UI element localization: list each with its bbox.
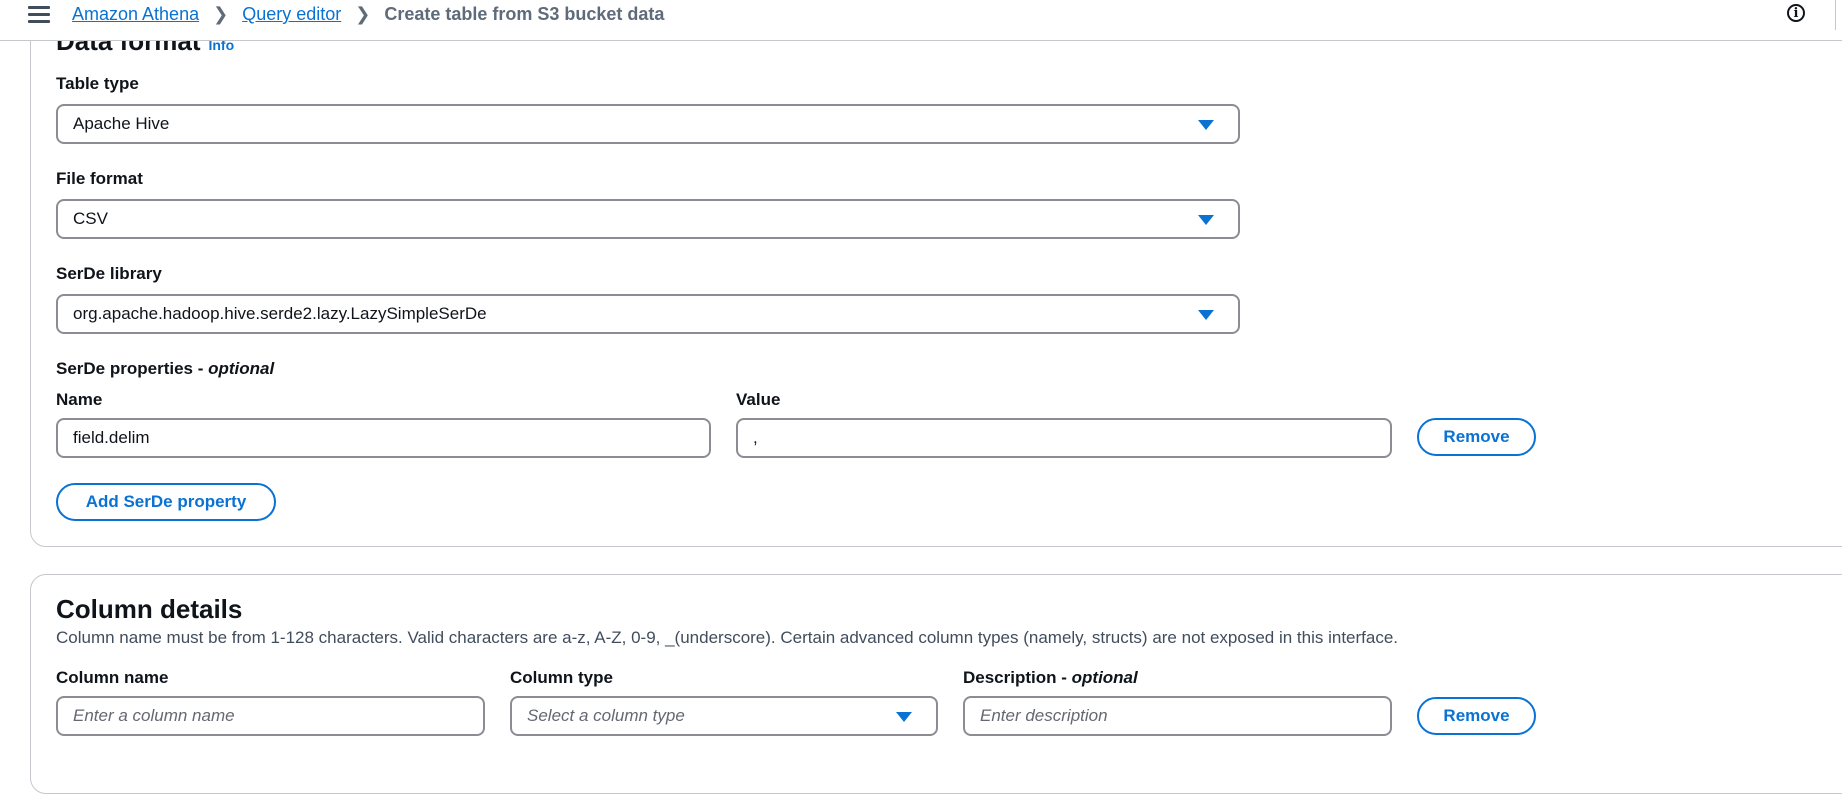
column-type-placeholder: Select a column type (527, 706, 685, 725)
serde-name-label: Name (56, 390, 103, 409)
remove-serde-property-button[interactable]: Remove (1417, 418, 1536, 456)
table-type-value: Apache Hive (73, 114, 170, 133)
remove-column-button[interactable]: Remove (1417, 697, 1536, 735)
column-name-placeholder: Enter a column name (73, 706, 235, 725)
file-format-value: CSV (73, 209, 108, 228)
column-details-container (30, 574, 1842, 794)
data-format-container (30, 0, 1842, 547)
serde-library-label: SerDe library (56, 264, 162, 283)
column-name-label: Column name (56, 668, 169, 687)
breadcrumb-current-page: Create table from S3 bucket data (384, 4, 665, 24)
serde-property-value-value: , (753, 428, 758, 447)
column-type-select[interactable]: Select a column type (510, 696, 938, 736)
add-serde-property-button[interactable]: Add SerDe property (56, 483, 276, 521)
caret-down-icon (1198, 310, 1214, 320)
serde-library-value: org.apache.hadoop.hive.serde2.lazy.LazyS… (73, 304, 487, 323)
breadcrumb-query-editor[interactable]: Query editor (242, 4, 341, 25)
table-type-select[interactable]: Apache Hive (56, 104, 1240, 144)
info-icon[interactable]: i (1787, 4, 1805, 22)
serde-properties-label-text: SerDe properties (56, 359, 193, 378)
top-navigation-bar: Amazon Athena ❯ Query editor ❯ Create ta… (0, 0, 1842, 41)
column-details-title: Column details (56, 594, 243, 624)
serde-library-select[interactable]: org.apache.hadoop.hive.serde2.lazy.LazyS… (56, 294, 1240, 334)
description-placeholder: Enter description (980, 706, 1108, 725)
caret-down-icon (896, 712, 912, 722)
divider (1835, 0, 1836, 30)
optional-text: optional (208, 359, 275, 378)
chevron-right-icon: ❯ (355, 4, 371, 24)
file-format-select[interactable]: CSV (56, 199, 1240, 239)
file-format-label: File format (56, 169, 143, 188)
chevron-right-icon: ❯ (213, 4, 229, 24)
serde-value-label: Value (736, 390, 781, 409)
description-label: Description - optional (963, 668, 1138, 687)
serde-property-value-input[interactable]: , (736, 418, 1392, 458)
caret-down-icon (1198, 120, 1214, 130)
serde-property-name-value: field.delim (73, 428, 150, 447)
table-type-label: Table type (56, 74, 139, 93)
optional-text: optional (1071, 668, 1138, 687)
breadcrumb-amazon-athena[interactable]: Amazon Athena (72, 4, 199, 25)
column-name-input[interactable]: Enter a column name (56, 696, 485, 736)
caret-down-icon (1198, 215, 1214, 225)
description-input[interactable]: Enter description (963, 696, 1392, 736)
column-details-description: Column name must be from 1-128 character… (56, 628, 1399, 647)
menu-icon[interactable] (28, 6, 50, 24)
breadcrumb: Amazon Athena ❯ Query editor ❯ Create ta… (72, 4, 664, 25)
serde-properties-label: SerDe properties - optional (56, 359, 275, 378)
column-type-label: Column type (510, 668, 613, 687)
serde-property-name-input[interactable]: field.delim (56, 418, 711, 458)
description-label-text: Description (963, 668, 1057, 687)
